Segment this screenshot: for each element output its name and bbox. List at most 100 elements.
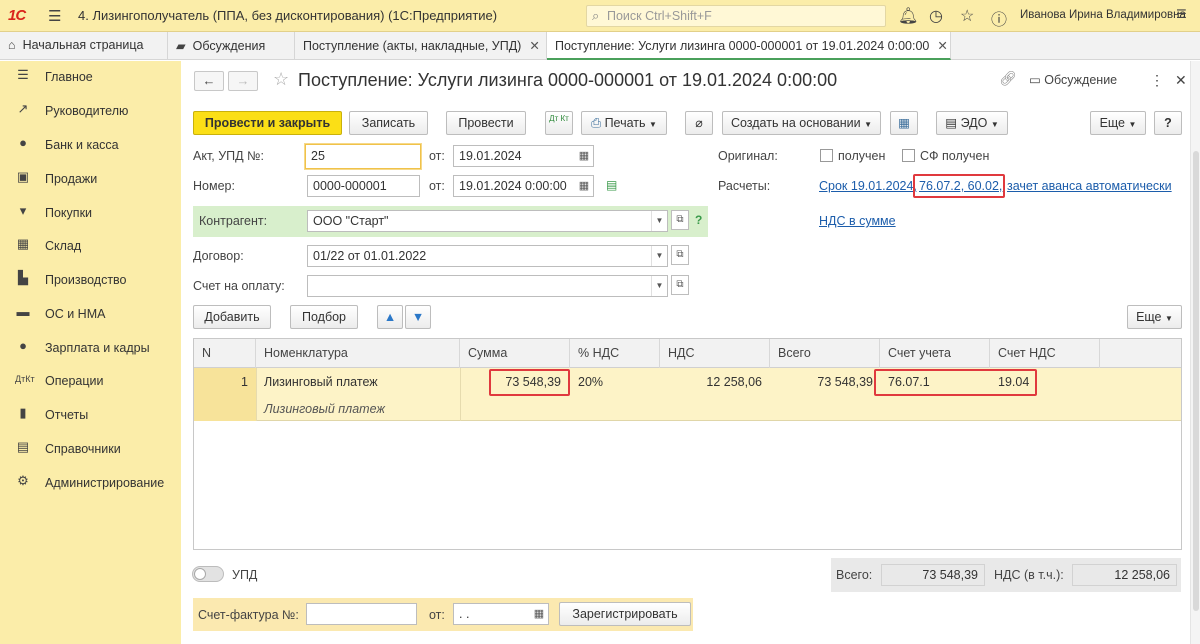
link-icon[interactable]: 🔗︎ bbox=[999, 70, 1017, 87]
scrollbar-thumb[interactable] bbox=[1193, 151, 1199, 611]
item-cell[interactable]: Лизинговый платеж bbox=[264, 375, 378, 389]
column-header[interactable]: Сумма bbox=[460, 339, 570, 368]
sidebar-item-label: Операции bbox=[45, 374, 104, 388]
sidebar-item-reports[interactable]: ▮ Отчеты bbox=[0, 400, 181, 430]
table-more-label: Еще bbox=[1136, 310, 1162, 324]
open-contract-button[interactable]: ⧉ bbox=[671, 245, 689, 265]
chevron-down-icon[interactable]: ▼ bbox=[651, 211, 667, 231]
act-number-field[interactable]: 25 bbox=[305, 144, 421, 169]
dt-kt-button[interactable]: Дт Кт bbox=[545, 111, 573, 135]
sf-number-field[interactable] bbox=[306, 603, 417, 625]
main-menu-icon[interactable]: ☰ bbox=[48, 7, 61, 25]
register-button[interactable]: Зарегистрировать bbox=[559, 602, 691, 626]
help-icon[interactable]: ? bbox=[695, 213, 702, 227]
calendar-icon[interactable]: ▦ bbox=[530, 604, 548, 624]
sidebar-item-bank[interactable]: ● Банк и касса bbox=[0, 130, 181, 160]
move-up-button[interactable]: ▲ bbox=[377, 305, 403, 329]
column-header[interactable]: N bbox=[194, 339, 256, 368]
sidebar-item-operations[interactable]: ДтКт Операции bbox=[0, 366, 181, 396]
close-icon[interactable]: ✕ bbox=[529, 39, 539, 53]
vat-rate-cell[interactable]: 20% bbox=[578, 375, 603, 389]
calendar-icon[interactable]: ▦ bbox=[575, 146, 593, 166]
info-icon[interactable]: ⓘ bbox=[991, 6, 1007, 30]
payment-invoice-field[interactable]: ▼ bbox=[307, 275, 668, 297]
sidebar-item-admin[interactable]: ⚙ Администрирование bbox=[0, 468, 181, 498]
date-info-icon[interactable]: ▤ bbox=[606, 178, 617, 192]
pick-button[interactable]: Подбор bbox=[290, 305, 358, 329]
calendar-icon[interactable]: ▦ bbox=[575, 176, 593, 196]
upd-toggle[interactable] bbox=[192, 566, 224, 582]
user-name[interactable]: Иванова Ирина Владимировна bbox=[1020, 9, 1186, 21]
favorite-star-icon[interactable]: ☆ bbox=[273, 69, 289, 90]
user-menu-icon[interactable]: ☰ bbox=[1176, 7, 1187, 21]
number-label: Номер: bbox=[193, 179, 235, 193]
open-payment-invoice-button[interactable]: ⧉ bbox=[671, 275, 689, 295]
act-date-field[interactable]: 19.01.2024 ▦ bbox=[453, 145, 594, 167]
sidebar-item-warehouse[interactable]: ▦ Склад bbox=[0, 231, 181, 261]
add-row-button[interactable]: Добавить bbox=[193, 305, 271, 329]
tab-home[interactable]: ⌂ Начальная страница bbox=[0, 32, 168, 60]
sidebar-item-purchases[interactable]: ▾ Покупки bbox=[0, 198, 181, 228]
save-button[interactable]: Записать bbox=[349, 111, 428, 135]
edo-button[interactable]: ▤ ЭДО ▼ bbox=[936, 111, 1008, 135]
page-title: Поступление: Услуги лизинга 0000-000001 … bbox=[298, 70, 838, 90]
settlements-advance-link[interactable]: зачет аванса автоматически bbox=[1007, 179, 1172, 193]
chevron-down-icon[interactable]: ▼ bbox=[651, 246, 667, 266]
sidebar-item-sales[interactable]: ▣ Продажи bbox=[0, 164, 181, 194]
tab-current-document[interactable]: Поступление: Услуги лизинга 0000-000001 … bbox=[547, 32, 951, 60]
sidebar-item-main[interactable]: ☰ Главное bbox=[0, 62, 181, 92]
original-received-checkbox[interactable] bbox=[820, 149, 833, 162]
counterparty-field[interactable]: ООО "Старт" ▼ bbox=[307, 210, 668, 232]
chevron-down-icon[interactable]: ▼ bbox=[651, 276, 667, 296]
sidebar-item-production[interactable]: ▙ Производство bbox=[0, 265, 181, 295]
table-more-button[interactable]: Еще ▼ bbox=[1127, 305, 1182, 329]
contract-field[interactable]: 01/22 от 01.01.2022 ▼ bbox=[307, 245, 668, 267]
vat-in-amount-link[interactable]: НДС в сумме bbox=[819, 214, 896, 228]
column-header[interactable]: Счет учета bbox=[880, 339, 990, 368]
column-header[interactable]: Счет НДС bbox=[990, 339, 1100, 368]
tab-discussions[interactable]: ▰ Обсуждения bbox=[168, 32, 295, 60]
column-header[interactable]: НДС bbox=[660, 339, 770, 368]
column-header[interactable]: Номенклатура bbox=[256, 339, 460, 368]
move-down-button[interactable]: ▼ bbox=[405, 305, 431, 329]
attach-button[interactable]: ⌀ bbox=[685, 111, 713, 135]
vat-cell[interactable]: 12 258,06 bbox=[660, 375, 762, 389]
history-icon[interactable]: ◷ bbox=[929, 6, 943, 26]
create-based-on-button[interactable]: Создать на основании ▼ bbox=[722, 111, 881, 135]
sidebar-item-payroll[interactable]: ● Зарплата и кадры bbox=[0, 333, 181, 363]
print-button[interactable]: ⎙ Печать ▼ bbox=[581, 111, 667, 135]
sf-received-checkbox[interactable] bbox=[902, 149, 915, 162]
settlements-term-link[interactable]: Срок 19.01.2024, bbox=[819, 179, 917, 193]
more-vertical-icon[interactable]: ⋮ bbox=[1150, 72, 1164, 89]
bell-icon[interactable]: 🔔︎ bbox=[898, 6, 918, 26]
post-button[interactable]: Провести bbox=[446, 111, 526, 135]
global-search-input[interactable]: ⌕ Поиск Ctrl+Shift+F bbox=[586, 5, 886, 27]
open-icon: ⧉ bbox=[676, 279, 684, 290]
sidebar-item-assets[interactable]: ▬ ОС и НМА bbox=[0, 299, 181, 329]
chevron-down-icon: ▼ bbox=[864, 120, 873, 129]
more-button[interactable]: Еще ▼ bbox=[1090, 111, 1146, 135]
sidebar-item-catalogs[interactable]: ▤ Справочники bbox=[0, 434, 181, 464]
help-button[interactable]: ? bbox=[1154, 111, 1182, 135]
number-date-field[interactable]: 19.01.2024 0:00:00 ▦ bbox=[453, 175, 594, 197]
sidebar-item-manager[interactable]: ↗ Руководителю bbox=[0, 96, 181, 126]
column-header[interactable]: Всего bbox=[770, 339, 880, 368]
structure-button[interactable]: ▦ bbox=[890, 111, 918, 135]
close-icon[interactable]: ✕ bbox=[1175, 72, 1187, 89]
column-header[interactable]: % НДС bbox=[570, 339, 660, 368]
forward-button[interactable]: → bbox=[228, 71, 258, 91]
tab-receipts-list[interactable]: Поступление (акты, накладные, УПД) ✕ bbox=[295, 32, 547, 60]
open-counterparty-button[interactable]: ⧉ bbox=[671, 210, 689, 230]
close-icon[interactable]: ✕ bbox=[937, 39, 947, 53]
scrollbar[interactable] bbox=[1190, 61, 1200, 644]
total-cell[interactable]: 73 548,39 bbox=[770, 375, 873, 389]
edo-icon: ▤ bbox=[945, 116, 958, 130]
discussion-button[interactable]: ▭ Обсуждение bbox=[1029, 72, 1117, 87]
sf-date-field[interactable]: . . ▦ bbox=[453, 603, 549, 625]
number-field[interactable]: 0000-000001 bbox=[307, 175, 420, 197]
post-and-close-button[interactable]: Провести и закрыть bbox=[193, 111, 342, 135]
star-icon[interactable]: ☆ bbox=[960, 6, 974, 26]
back-button[interactable]: ← bbox=[194, 71, 224, 91]
sidebar: ☰ Главное ↗ Руководителю ● Банк и касса ▣ Пр… bbox=[0, 61, 181, 644]
original-label: Оригинал: bbox=[718, 149, 778, 163]
